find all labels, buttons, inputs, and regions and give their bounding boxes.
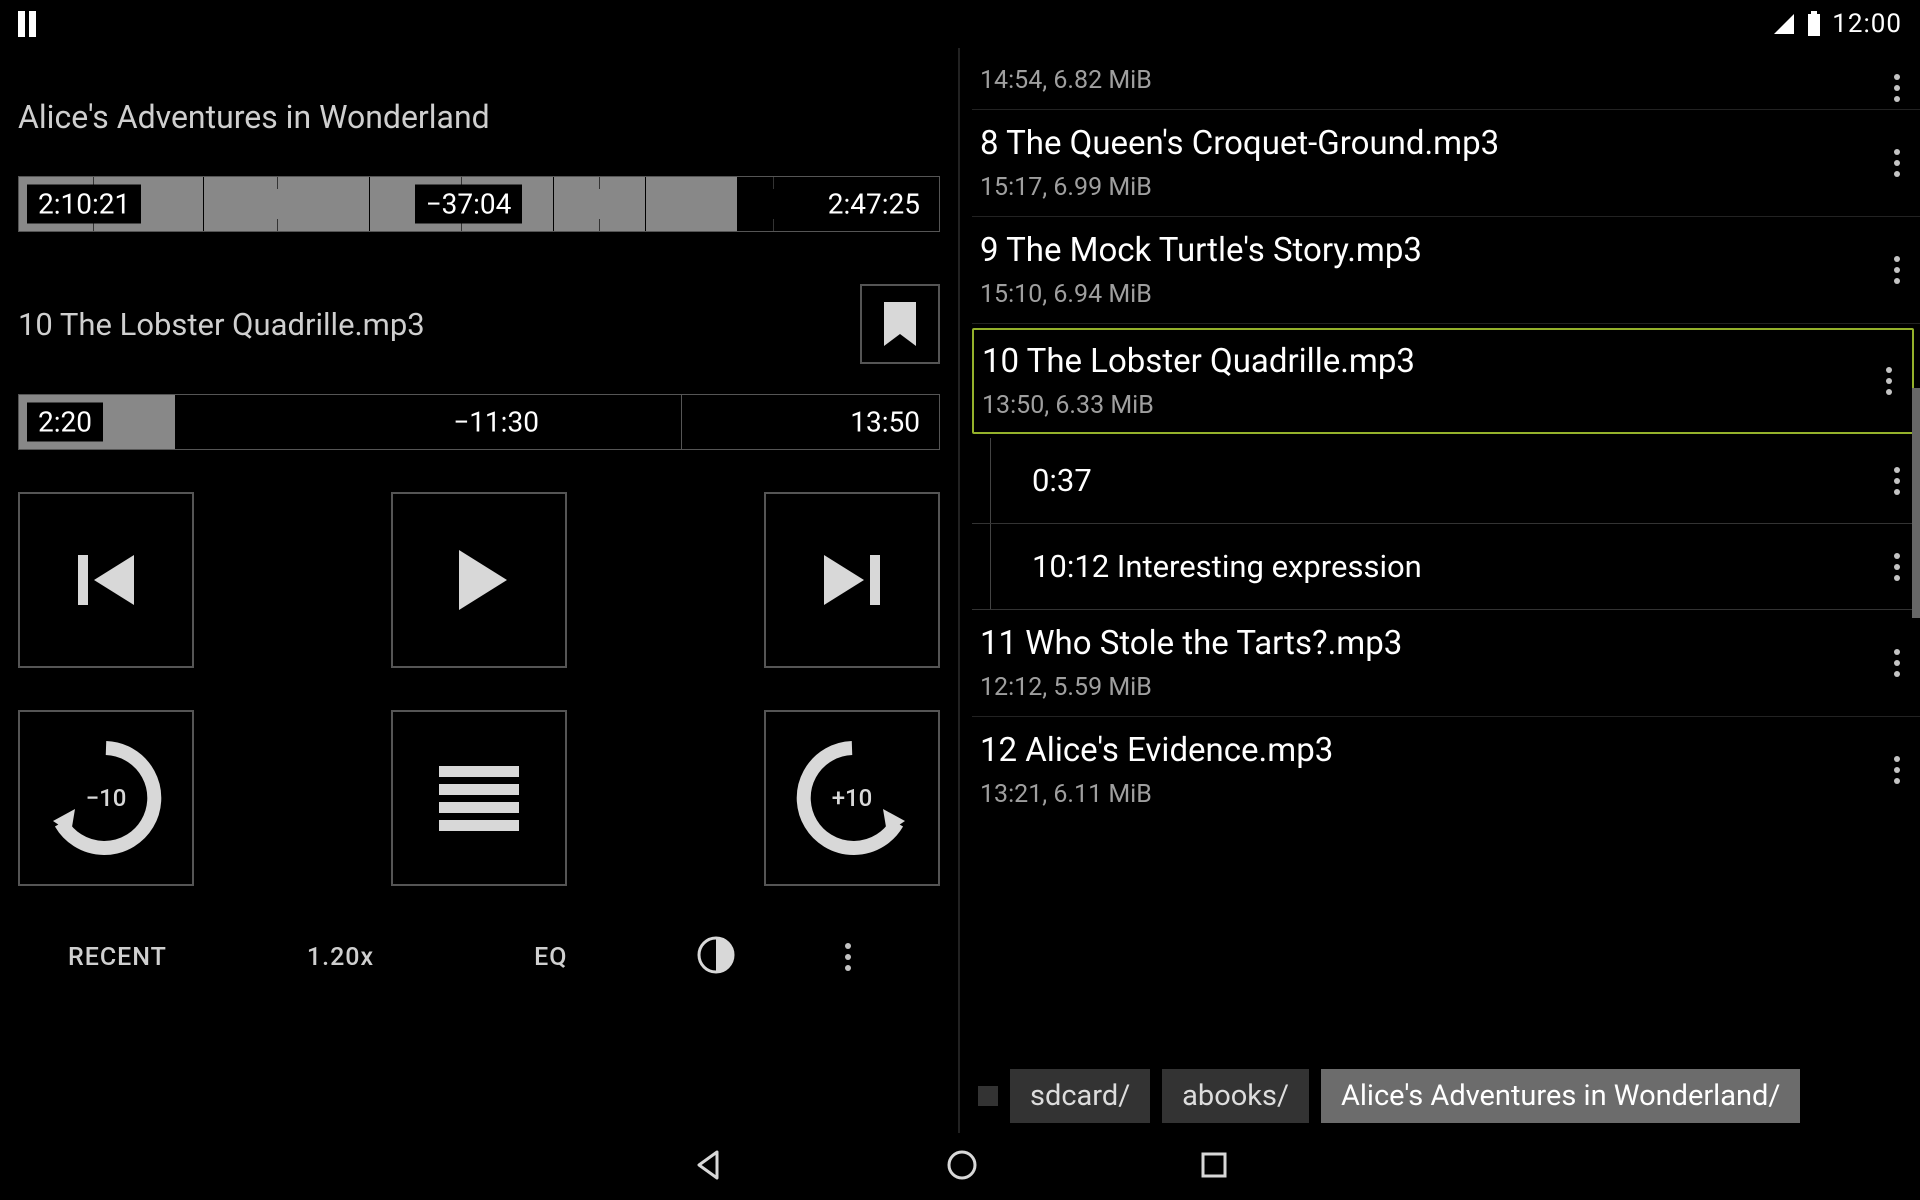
chapter-remaining: −11:30 bbox=[442, 403, 550, 442]
recent-button[interactable]: RECENT bbox=[68, 943, 167, 972]
previous-button[interactable] bbox=[18, 492, 194, 668]
back-button[interactable] bbox=[691, 1148, 725, 1186]
pause-icon bbox=[18, 11, 36, 37]
track-more-button[interactable] bbox=[1894, 149, 1900, 177]
track-meta: 12:12, 5.59 MiB bbox=[980, 673, 1896, 702]
overall-progress-bar[interactable]: 2:10:21 −37:04 2:47:25 bbox=[18, 176, 940, 232]
track-item[interactable]: 14:54, 6.82 MiB bbox=[972, 66, 1920, 110]
home-button[interactable] bbox=[945, 1148, 979, 1186]
android-navbar bbox=[0, 1133, 1920, 1200]
track-meta: 13:21, 6.11 MiB bbox=[980, 780, 1896, 809]
list-icon bbox=[429, 758, 529, 838]
breadcrumb-current[interactable]: Alice's Adventures in Wonderland/ bbox=[1321, 1069, 1800, 1123]
rewind-label: −10 bbox=[86, 784, 127, 812]
track-more-button[interactable] bbox=[1894, 256, 1900, 284]
kebab-icon bbox=[1886, 367, 1892, 395]
rewind-button[interactable]: −10 bbox=[18, 710, 194, 886]
track-more-button[interactable] bbox=[1894, 74, 1900, 102]
bookmark-more-button[interactable] bbox=[1894, 467, 1900, 495]
player-panel: Alice's Adventures in Wonderland 2:10:21… bbox=[0, 48, 960, 1133]
skip-next-icon bbox=[812, 540, 892, 620]
kebab-icon bbox=[1894, 467, 1900, 495]
chapter-total: 13:50 bbox=[839, 403, 931, 442]
breadcrumb-root[interactable] bbox=[978, 1086, 998, 1106]
kebab-icon bbox=[1894, 756, 1900, 784]
track-meta: 15:10, 6.94 MiB bbox=[980, 280, 1896, 309]
kebab-icon bbox=[1894, 149, 1900, 177]
bookmark-icon bbox=[880, 300, 920, 348]
track-meta: 13:50, 6.33 MiB bbox=[982, 391, 1894, 420]
bookmark-item[interactable]: 0:37 bbox=[972, 438, 1920, 524]
track-meta: 14:54, 6.82 MiB bbox=[980, 66, 1896, 95]
kebab-icon bbox=[1894, 649, 1900, 677]
track-list[interactable]: 14:54, 6.82 MiB 8 The Queen's Croquet-Gr… bbox=[972, 48, 1920, 1059]
square-icon bbox=[1199, 1150, 1229, 1180]
overall-elapsed: 2:10:21 bbox=[27, 185, 141, 224]
playlist-panel: 14:54, 6.82 MiB 8 The Queen's Croquet-Gr… bbox=[960, 48, 1920, 1133]
speed-button[interactable]: 1.20x bbox=[307, 943, 374, 972]
kebab-icon bbox=[845, 943, 851, 971]
bookmark-label: 0:37 bbox=[1032, 462, 1092, 499]
track-more-button[interactable] bbox=[1886, 367, 1892, 395]
overall-total: 2:47:25 bbox=[817, 185, 931, 224]
status-clock: 12:00 bbox=[1832, 9, 1902, 39]
overall-remaining: −37:04 bbox=[415, 185, 523, 224]
forward-button[interactable]: +10 bbox=[764, 710, 940, 886]
contrast-button[interactable] bbox=[697, 936, 735, 978]
track-item[interactable]: 12 Alice's Evidence.mp3 13:21, 6.11 MiB bbox=[972, 717, 1920, 823]
kebab-icon bbox=[1894, 256, 1900, 284]
book-title: Alice's Adventures in Wonderland bbox=[18, 98, 940, 136]
track-item[interactable]: 9 The Mock Turtle's Story.mp3 15:10, 6.9… bbox=[972, 217, 1920, 324]
breadcrumb: sdcard/ abooks/ Alice's Adventures in Wo… bbox=[972, 1059, 1920, 1133]
track-item-current[interactable]: 10 The Lobster Quadrille.mp3 13:50, 6.33… bbox=[972, 328, 1914, 434]
chapter-elapsed: 2:20 bbox=[27, 403, 103, 442]
battery-icon bbox=[1806, 11, 1822, 37]
recents-button[interactable] bbox=[1199, 1150, 1229, 1184]
skip-previous-icon bbox=[66, 540, 146, 620]
kebab-icon bbox=[1894, 553, 1900, 581]
play-button[interactable] bbox=[391, 492, 567, 668]
bottom-toolbar: RECENT 1.20x EQ bbox=[18, 922, 940, 992]
bookmark-label: 10:12 Interesting expression bbox=[1032, 548, 1422, 585]
track-title: 12 Alice's Evidence.mp3 bbox=[980, 731, 1896, 770]
contrast-icon bbox=[697, 936, 735, 974]
breadcrumb-abooks[interactable]: abooks/ bbox=[1162, 1069, 1309, 1123]
track-meta: 15:17, 6.99 MiB bbox=[980, 173, 1896, 202]
current-file-name: 10 The Lobster Quadrille.mp3 bbox=[18, 306, 860, 343]
scrollbar-thumb[interactable] bbox=[1912, 388, 1920, 618]
forward-label: +10 bbox=[832, 784, 873, 812]
track-title: 11 Who Stole the Tarts?.mp3 bbox=[980, 624, 1896, 663]
play-icon bbox=[439, 540, 519, 620]
track-item[interactable]: 8 The Queen's Croquet-Ground.mp3 15:17, … bbox=[972, 110, 1920, 217]
track-more-button[interactable] bbox=[1894, 649, 1900, 677]
chapter-progress-bar[interactable]: 2:20 −11:30 13:50 bbox=[18, 394, 940, 450]
bookmark-item[interactable]: 10:12 Interesting expression bbox=[972, 524, 1920, 610]
breadcrumb-sdcard[interactable]: sdcard/ bbox=[1010, 1069, 1150, 1123]
bookmark-more-button[interactable] bbox=[1894, 553, 1900, 581]
kebab-icon bbox=[1894, 74, 1900, 102]
track-title: 9 The Mock Turtle's Story.mp3 bbox=[980, 231, 1896, 270]
track-more-button[interactable] bbox=[1894, 756, 1900, 784]
more-button[interactable] bbox=[845, 943, 851, 971]
track-item[interactable]: 11 Who Stole the Tarts?.mp3 12:12, 5.59 … bbox=[972, 610, 1920, 717]
eq-button[interactable]: EQ bbox=[534, 943, 567, 972]
track-title: 10 The Lobster Quadrille.mp3 bbox=[982, 342, 1894, 381]
bookmark-button[interactable] bbox=[860, 284, 940, 364]
playlist-button[interactable] bbox=[391, 710, 567, 886]
next-button[interactable] bbox=[764, 492, 940, 668]
track-title: 8 The Queen's Croquet-Ground.mp3 bbox=[980, 124, 1896, 163]
signal-icon bbox=[1772, 12, 1796, 36]
back-icon bbox=[691, 1148, 725, 1182]
home-icon bbox=[945, 1148, 979, 1182]
status-bar: 12:00 bbox=[0, 0, 1920, 48]
